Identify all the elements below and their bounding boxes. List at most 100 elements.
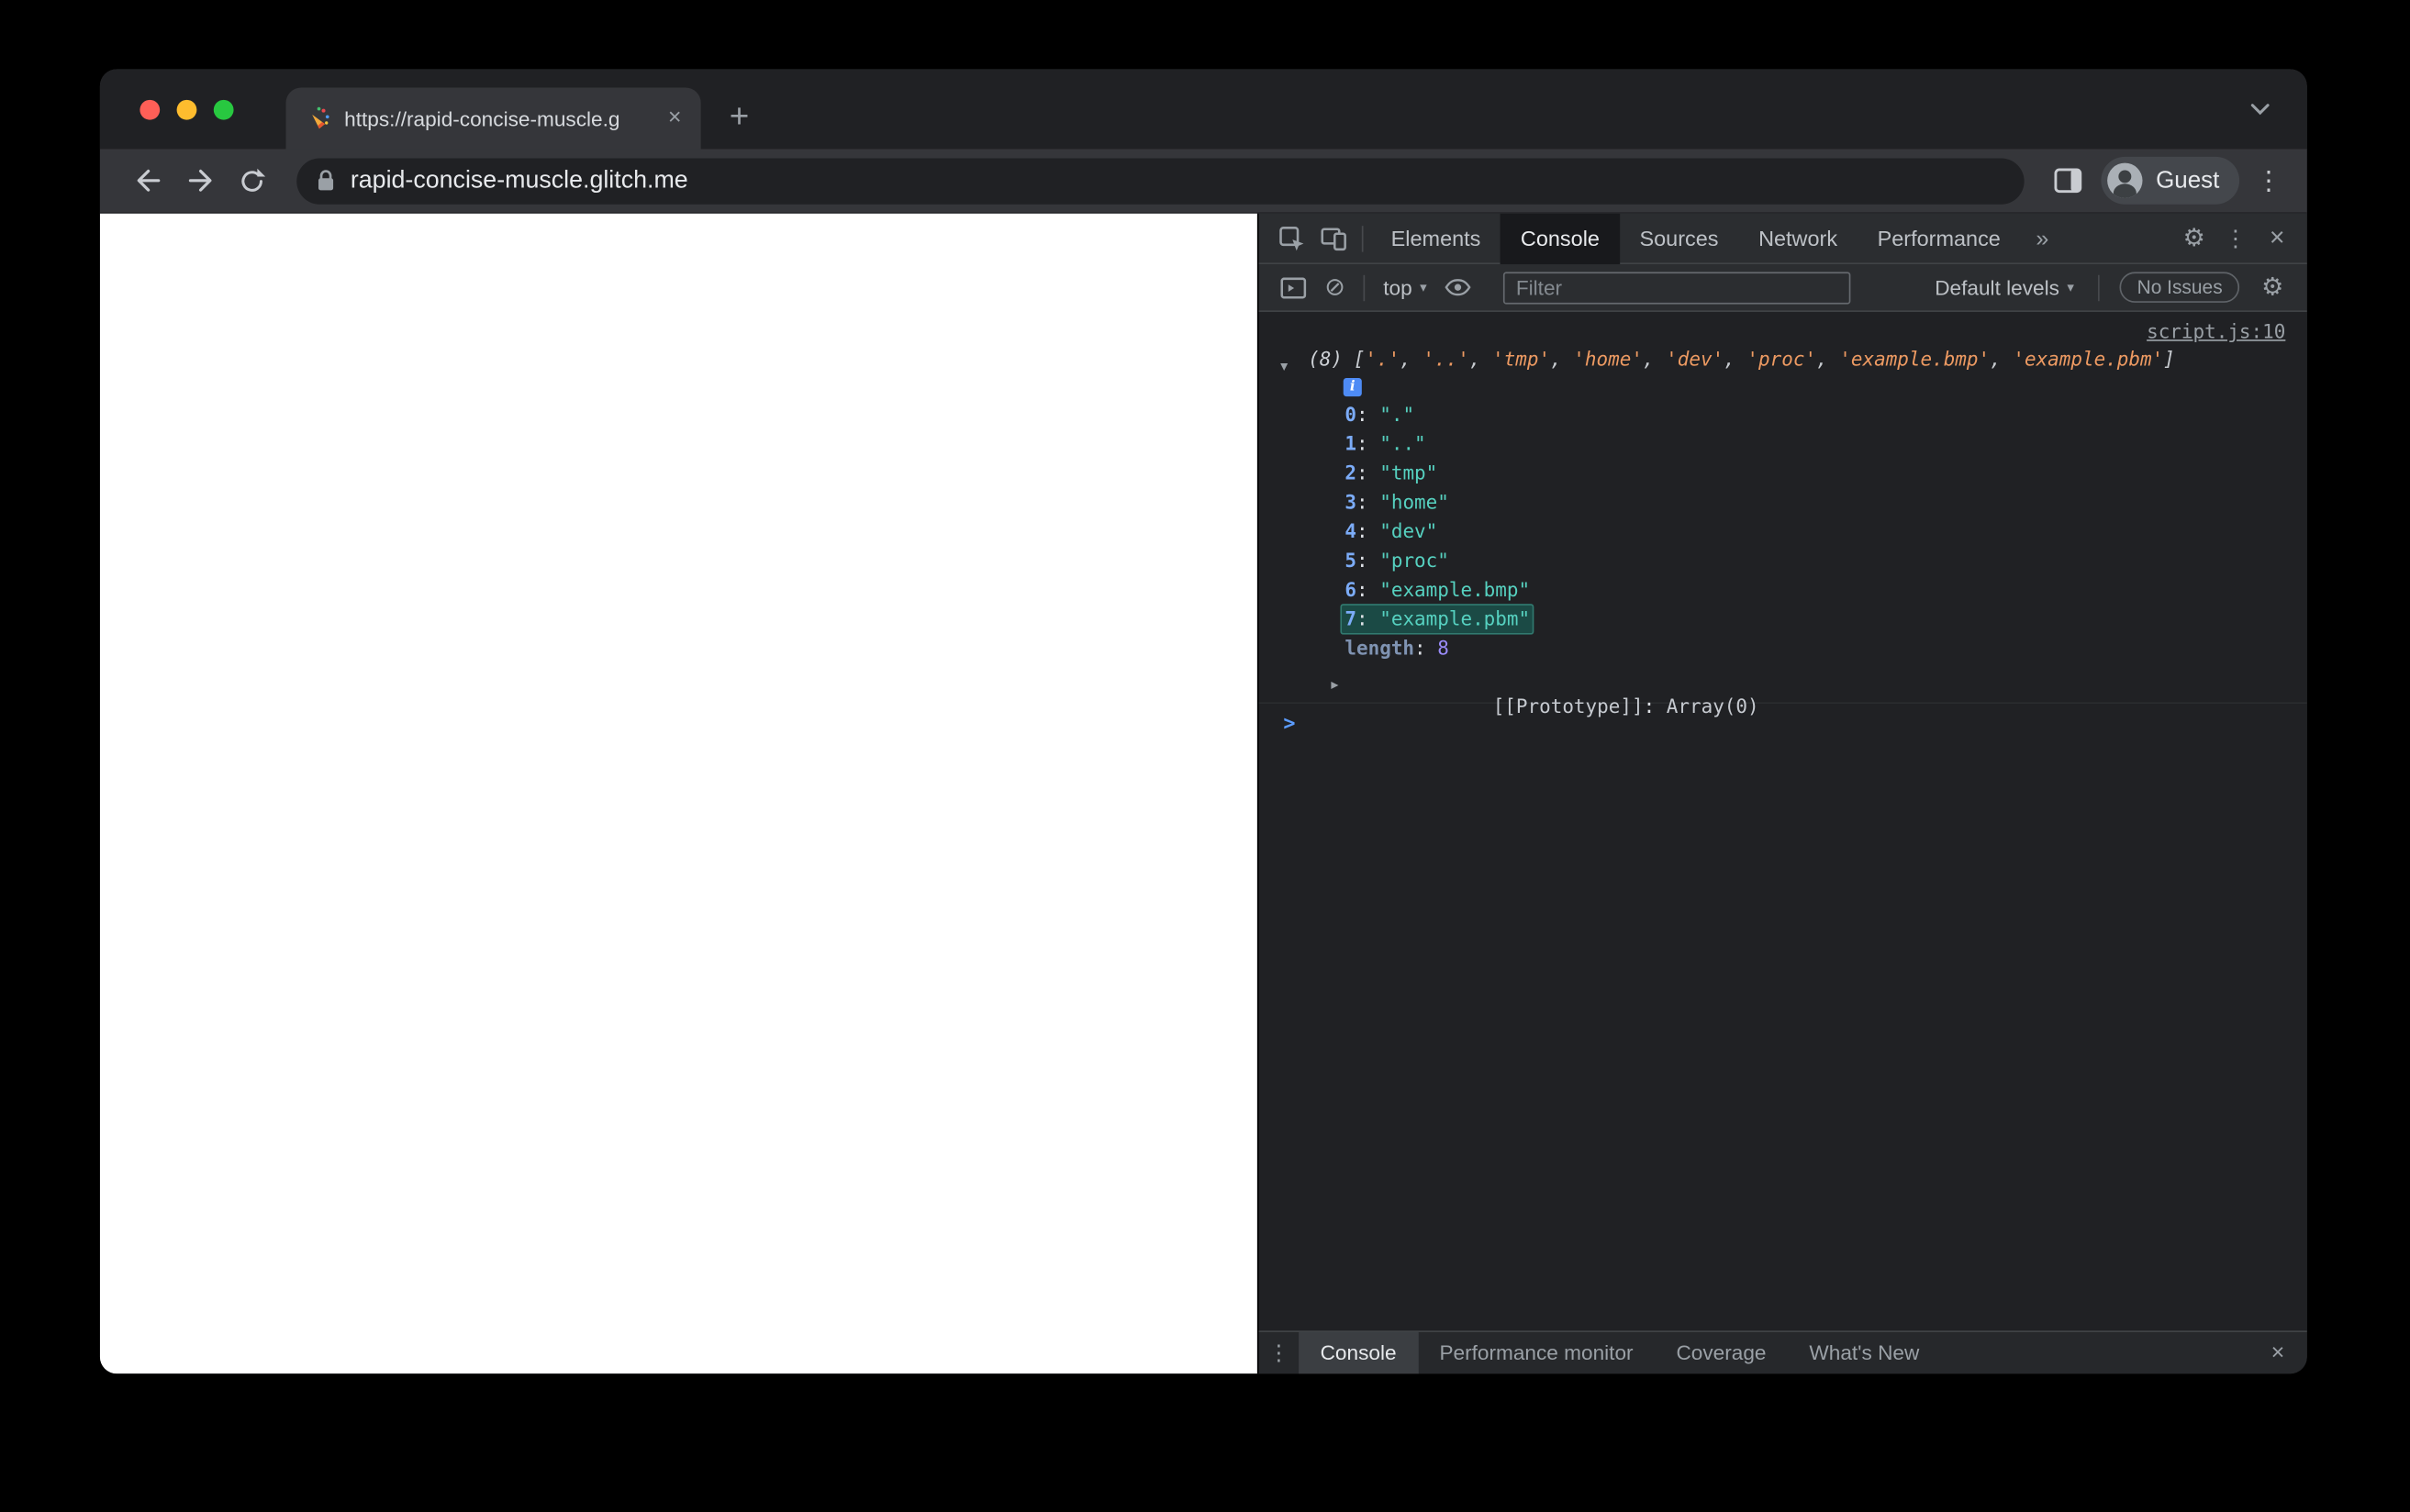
drawer-tab-performance-monitor[interactable]: Performance monitor [1418, 1331, 1655, 1373]
preview-separator: , [1990, 347, 2014, 371]
prototype-value: Array(0) [1666, 694, 1759, 718]
profile-chip[interactable]: Guest [2100, 156, 2240, 205]
array-entry-row: 3: "home" [1344, 490, 1449, 514]
devtools-close-icon[interactable]: × [2257, 217, 2298, 259]
array-entry-row: 7: "example.pbm" [1259, 604, 2307, 635]
more-tabs-icon[interactable]: » [2021, 225, 2064, 250]
tab-network[interactable]: Network [1738, 213, 1858, 263]
prototype-label: [[Prototype]] [1492, 694, 1644, 718]
drawer-tab-console[interactable]: Console [1299, 1331, 1419, 1374]
info-icon[interactable]: i [1343, 377, 1362, 396]
log-preview-items: '.', '..', 'tmp', 'home', 'dev', 'proc',… [1365, 347, 2163, 370]
filter-input[interactable] [1503, 271, 1851, 304]
console-settings-gear-icon[interactable]: ⚙ [2252, 267, 2293, 308]
source-link[interactable]: script.js:10 [2147, 319, 2285, 342]
url-text: rapid-concise-muscle.glitch.me [350, 166, 688, 194]
expand-triangle-icon[interactable]: ▶ [1331, 670, 1338, 699]
entry-value: ".." [1379, 431, 1426, 455]
avatar [2105, 161, 2144, 200]
browser-tab[interactable]: https://rapid-concise-muscle.g × [285, 87, 701, 150]
inspect-element-icon[interactable] [1271, 217, 1312, 259]
preview-string: 'tmp' [1492, 347, 1551, 371]
devtools-tab-bar: Elements Console Sources Network Perform… [1258, 212, 2307, 265]
address-bar[interactable]: rapid-concise-muscle.glitch.me [296, 157, 2025, 204]
array-count: (8) [1308, 347, 1344, 371]
settings-gear-icon[interactable]: ⚙ [2173, 217, 2215, 259]
chevron-down-icon: ▾ [1420, 278, 1427, 295]
issues-badge[interactable]: No Issues [2120, 272, 2240, 303]
entry-key: 6 [1344, 577, 1357, 601]
console-sidebar-icon[interactable] [1273, 267, 1314, 308]
preview-string: 'dev' [1666, 347, 1724, 371]
array-entries: 0: "." 1: ".." 2: "tmp" 3: "home" 4: "dev" 5:… [1259, 399, 2307, 662]
console-output[interactable]: script.js:10 ▼ (8) ['.', '..', 'tmp', 'ho… [1258, 312, 2307, 1330]
lazy-eval-info-row: i [1259, 373, 2307, 399]
profile-name: Guest [2156, 166, 2220, 194]
preview-string: 'home' [1573, 347, 1643, 371]
entry-key: 2 [1344, 461, 1357, 484]
preview-string: '.' [1365, 347, 1400, 371]
execution-context-selector[interactable]: top ▾ [1373, 276, 1438, 299]
devtools-drawer: ⋮ Console Performance monitor Coverage W… [1258, 1330, 2307, 1374]
log-levels-selector[interactable]: Default levels ▾ [1924, 276, 2084, 299]
device-toolbar-icon[interactable] [1312, 217, 1354, 259]
tab-elements[interactable]: Elements [1371, 213, 1501, 263]
browser-toolbar: rapid-concise-muscle.glitch.me Guest ⋮ [99, 149, 2307, 214]
window-controls [100, 69, 234, 149]
bracket: ] [2163, 347, 2175, 371]
reload-button[interactable] [226, 154, 278, 206]
preview-separator: , [1642, 347, 1667, 371]
array-entry-row: 1: ".." [1344, 431, 1426, 455]
window-minimize-button[interactable] [176, 99, 197, 119]
preview-separator: , [1400, 347, 1423, 371]
tab-search-chevron-icon[interactable] [2250, 103, 2271, 116]
eye-icon[interactable] [1437, 267, 1478, 308]
clear-console-icon[interactable]: ⊘ [1314, 267, 1356, 308]
preview-string: 'example.bmp' [1839, 347, 1991, 371]
screen: https://rapid-concise-muscle.g × + rapid… [0, 0, 2410, 1512]
tab-title: https://rapid-concise-muscle.g [344, 106, 620, 130]
tab-sources[interactable]: Sources [1620, 213, 1739, 263]
tab-console[interactable]: Console [1501, 212, 1620, 264]
array-entry-row: length: 8 [1344, 636, 1449, 660]
preview-separator: , [1724, 347, 1747, 371]
collapse-triangle-icon[interactable]: ▼ [1280, 352, 1288, 382]
window-zoom-button[interactable] [213, 99, 234, 119]
drawer-close-icon[interactable]: × [2261, 1340, 2307, 1365]
window-close-button[interactable] [139, 99, 161, 119]
entry-value: "home" [1379, 490, 1449, 514]
side-panel-button[interactable] [2042, 154, 2094, 206]
new-tab-button[interactable]: + [716, 95, 762, 141]
tab-close-icon[interactable]: × [661, 105, 688, 132]
browser-menu-icon[interactable]: ⋮ [2246, 154, 2292, 206]
preview-separator: , [1468, 347, 1493, 371]
entry-value: "example.pbm" [1379, 606, 1531, 630]
party-popper-icon [306, 106, 330, 131]
prototype-row: ▶ [[Prototype]]: Array(0) [1259, 662, 2307, 718]
preview-string: 'proc' [1746, 347, 1817, 371]
entry-key: 4 [1344, 519, 1357, 543]
array-entry-row: 0: "." [1344, 402, 1415, 426]
array-entry-row: 6: "example.bmp" [1344, 577, 1531, 601]
chevron-down-icon: ▾ [2067, 278, 2074, 295]
drawer-tab-coverage[interactable]: Coverage [1655, 1331, 1788, 1373]
console-toolbar: ⊘ top ▾ Default [1258, 264, 2307, 312]
entry-value: "." [1379, 402, 1415, 426]
back-button[interactable] [121, 154, 173, 206]
forward-button[interactable] [173, 154, 226, 206]
browser-tab-strip: https://rapid-concise-muscle.g × + [99, 69, 2307, 150]
drawer-tab-whats-new[interactable]: What's New [1788, 1331, 1941, 1373]
divider [1361, 225, 1364, 251]
lock-icon[interactable] [317, 169, 335, 192]
entry-value: "dev" [1379, 519, 1438, 543]
page-viewport[interactable] [99, 213, 1257, 1374]
devtools-menu-icon[interactable]: ⋮ [2215, 217, 2256, 259]
tab-performance[interactable]: Performance [1858, 213, 2021, 263]
bracket: [ [1353, 347, 1366, 371]
entry-value: 8 [1437, 636, 1449, 660]
drawer-menu-icon[interactable]: ⋮ [1259, 1340, 1300, 1365]
entry-key: 3 [1344, 490, 1357, 514]
browser-window: https://rapid-concise-muscle.g × + rapid… [99, 69, 2307, 1374]
preview-string: 'example.pbm' [2013, 347, 2164, 371]
entry-key: 7 [1344, 606, 1357, 630]
